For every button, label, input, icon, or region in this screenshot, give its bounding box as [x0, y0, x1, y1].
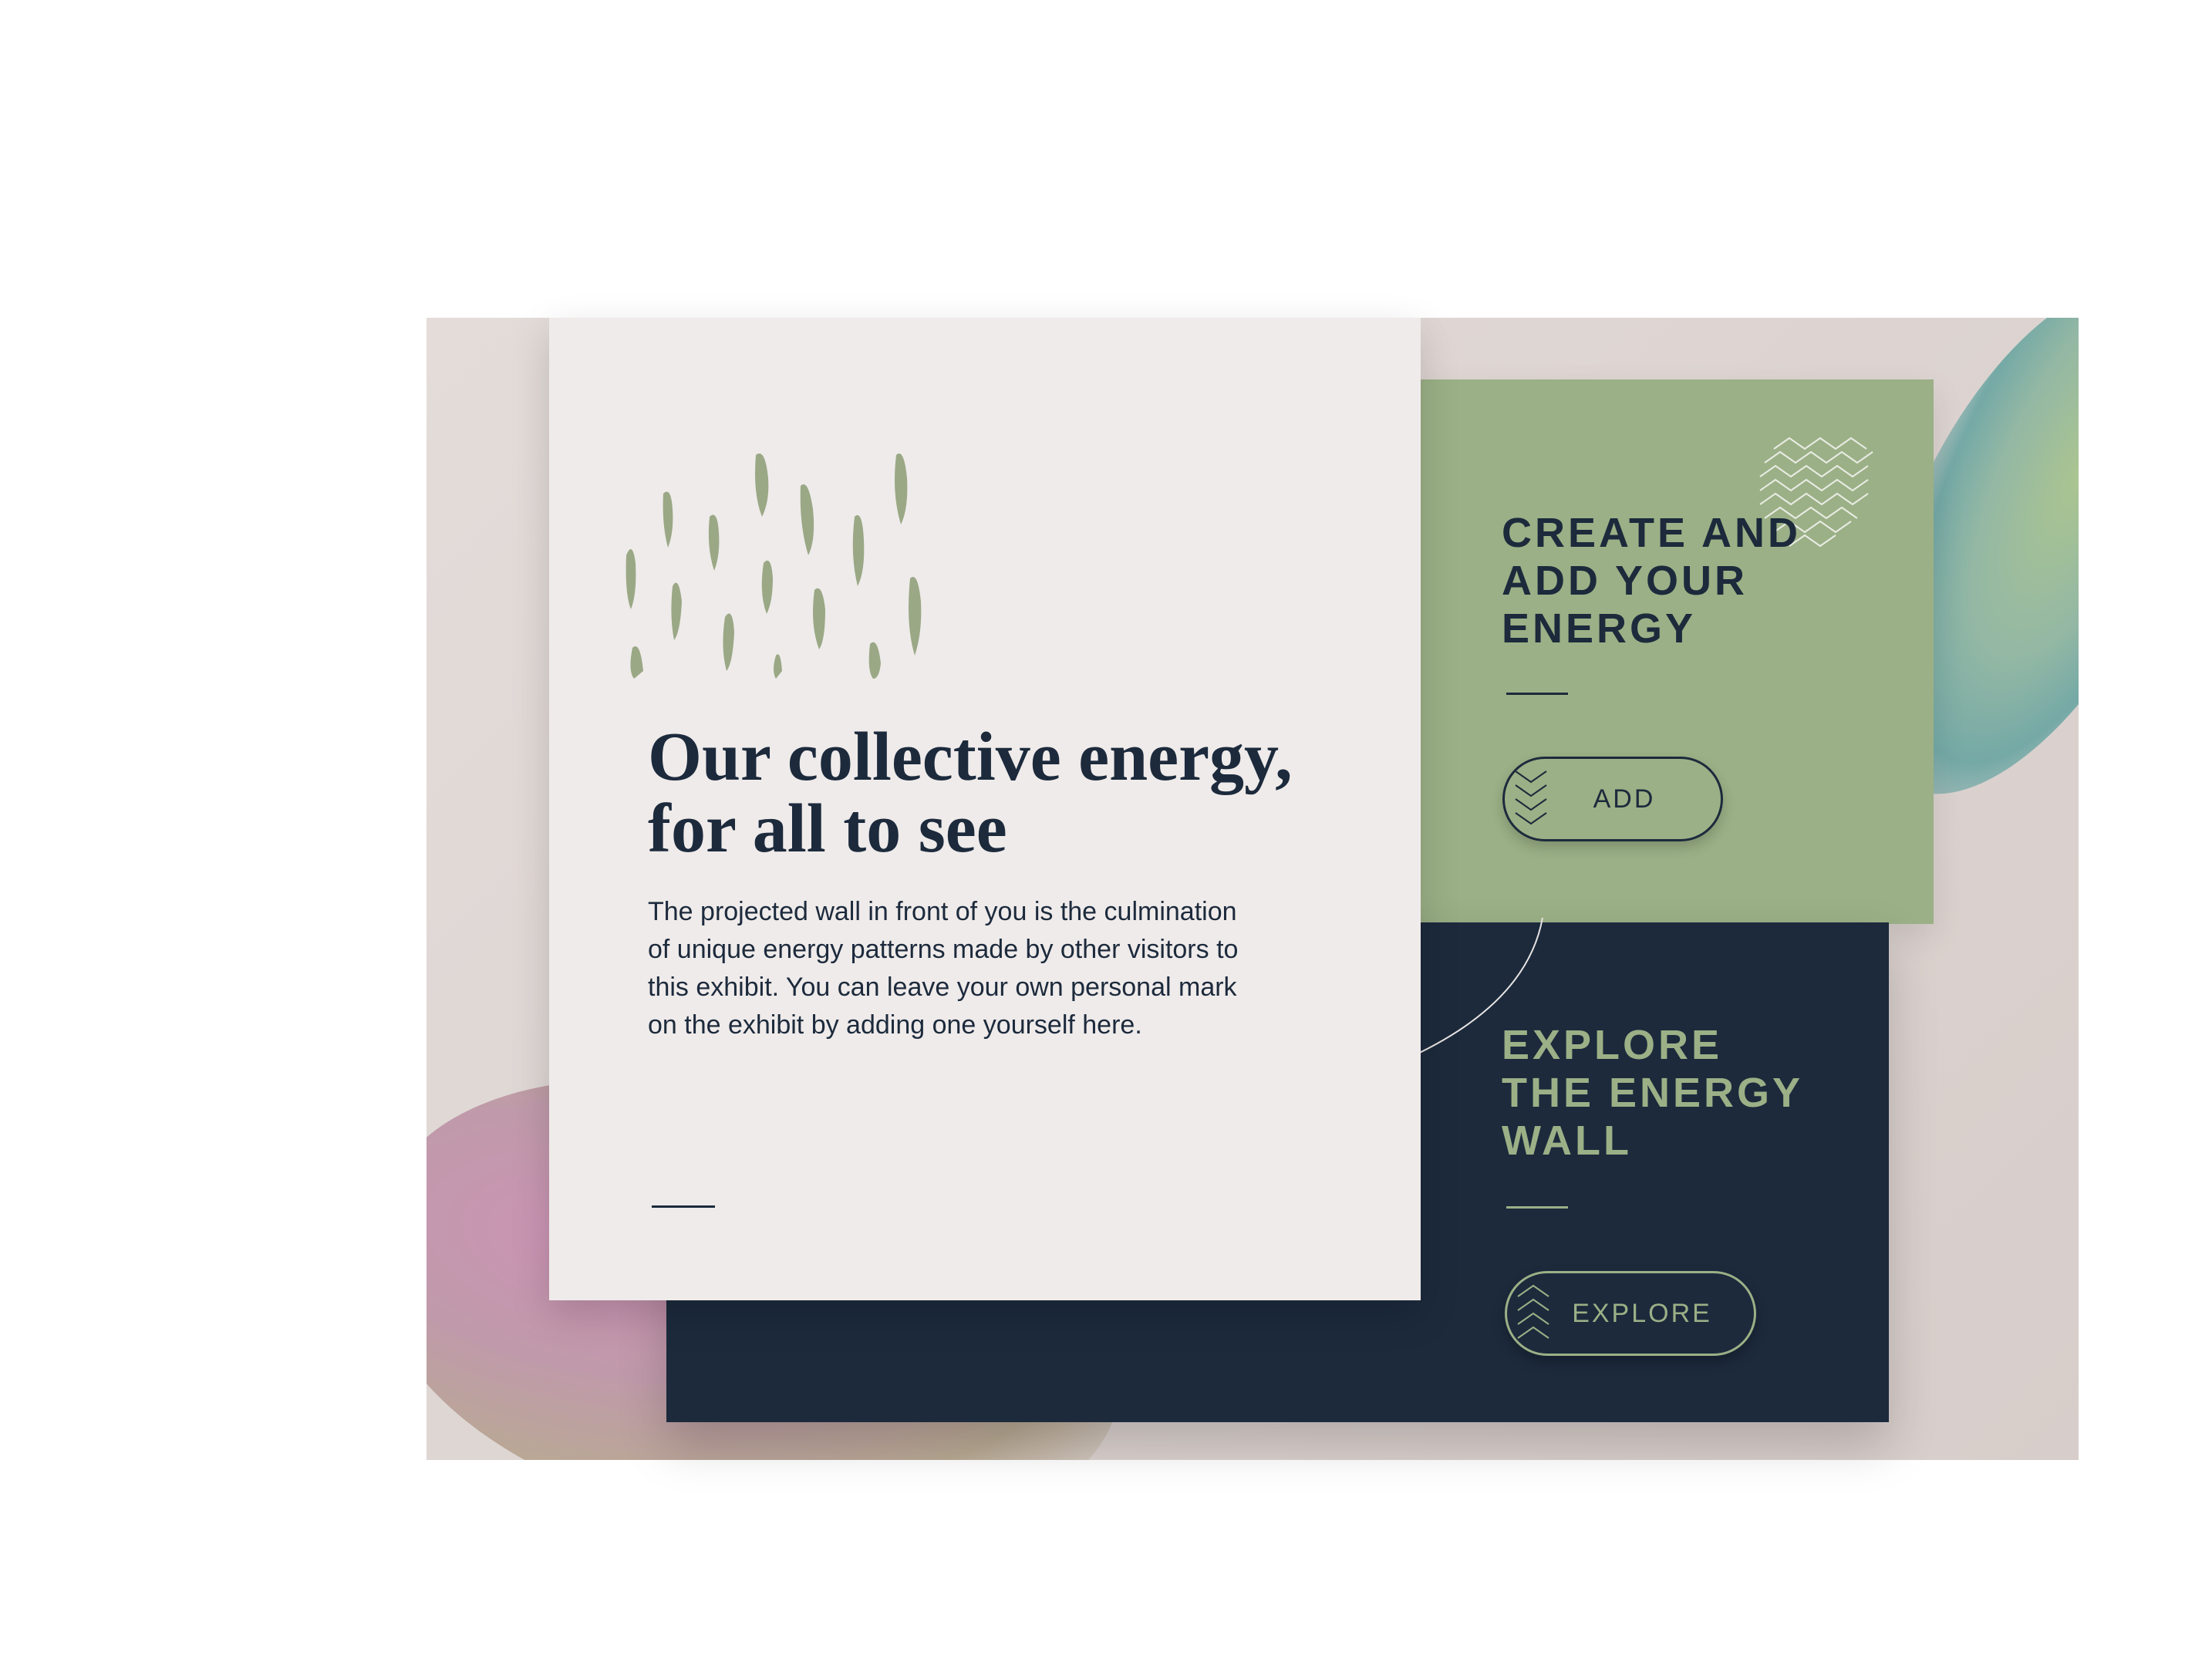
explore-button[interactable]: EXPLORE [1505, 1271, 1756, 1356]
hero-body: The projected wall in front of you is th… [648, 897, 1239, 1040]
create-title: CREATE AND ADD YOUR ENERGY [1502, 510, 1801, 652]
explore-button-label: EXPLORE [1572, 1298, 1712, 1328]
brush-strokes-icon [625, 453, 922, 679]
explore-title: EXPLORE THE ENERGY WALL [1502, 1022, 1803, 1164]
chevron-pattern-icon [1515, 770, 1547, 825]
add-button[interactable]: ADD [1502, 757, 1723, 841]
explore-divider [1506, 1206, 1568, 1209]
exhibit-screen: CREATE AND ADD YOUR ENERGY ADD EXPLORE T… [0, 0, 2212, 1679]
add-button-label: ADD [1593, 784, 1656, 814]
create-divider [1506, 693, 1568, 695]
hero-headline: Our collective energy, for all to see [648, 719, 1293, 867]
intro-divider [652, 1205, 715, 1208]
